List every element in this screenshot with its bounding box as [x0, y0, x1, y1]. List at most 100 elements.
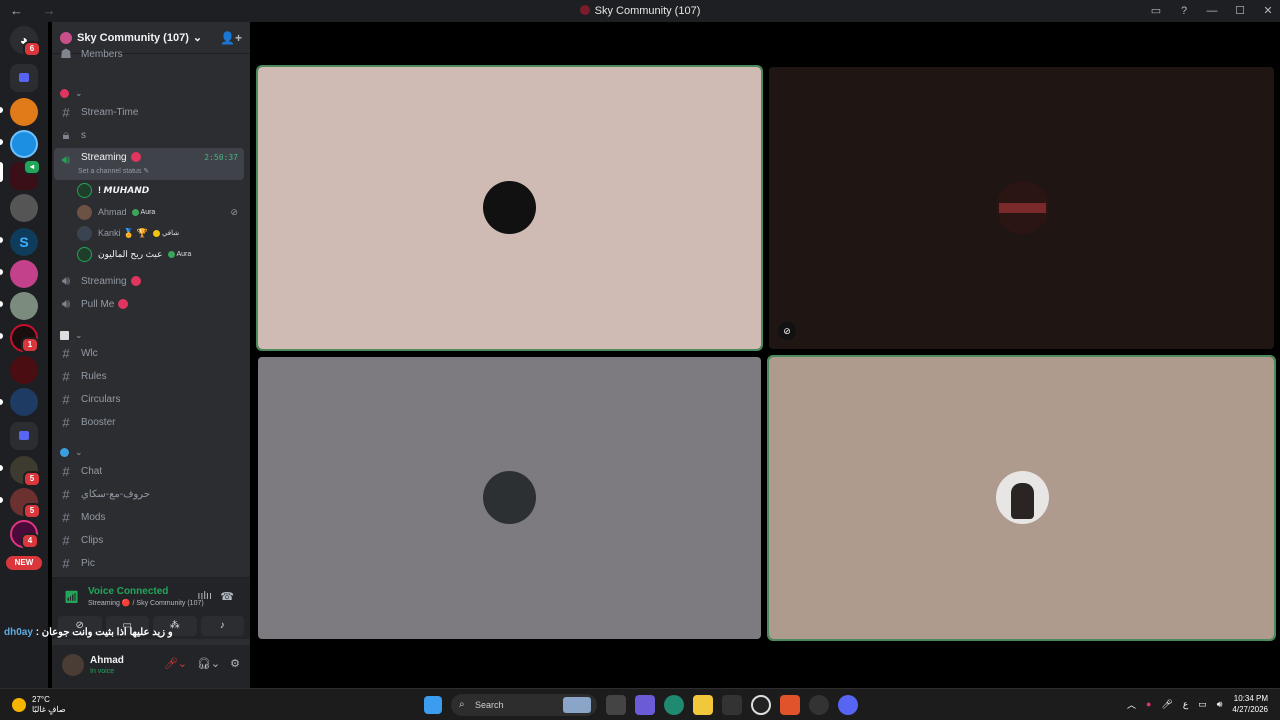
channel-stream-time[interactable]: # Stream-Time	[54, 102, 244, 122]
voice-connected-label[interactable]: Voice Connected	[88, 586, 168, 597]
video-tile[interactable]	[258, 357, 761, 639]
channel-circulars[interactable]: # Circulars	[54, 389, 244, 409]
category-icon	[60, 331, 69, 340]
new-servers-badge[interactable]: NEW	[6, 556, 42, 570]
server-icon-aw[interactable]	[10, 98, 38, 126]
microphone-icon[interactable]: 🎤︎	[1161, 699, 1172, 710]
unread-pill	[0, 399, 3, 405]
voice-user[interactable]: Kanki 🏅 🏆 شافي	[77, 223, 242, 243]
unread-pill	[0, 107, 3, 113]
discord-icon[interactable]	[838, 695, 858, 715]
unread-pill	[0, 497, 3, 503]
inbox-icon[interactable]: ▭	[1144, 0, 1168, 22]
category-header[interactable]: ⌄	[60, 447, 83, 458]
server-icon-neon[interactable]: 4	[10, 520, 39, 549]
weather-widget[interactable]: 27°C صافٍ غالبًا	[12, 695, 66, 715]
server-icon-s[interactable]: S	[10, 228, 38, 256]
server-icon-mountains[interactable]	[10, 388, 38, 416]
server-icon-person[interactable]	[10, 292, 38, 320]
channel-chat[interactable]: # Chat	[54, 461, 244, 481]
mic-muted-icon[interactable]: 🎤︎⌄	[164, 657, 187, 670]
server-icon-group[interactable]: 5	[10, 488, 41, 519]
task-view-icon[interactable]	[606, 695, 626, 715]
video-tile[interactable]	[767, 355, 1276, 641]
voice-user-name: Kanki 🏅 🏆	[98, 227, 148, 238]
set-channel-status[interactable]: Set a channel status ✎	[78, 167, 149, 175]
category-header[interactable]: ⌄	[60, 88, 83, 99]
hash-icon: #	[62, 555, 70, 571]
hash-icon: #	[62, 509, 70, 525]
obs-icon[interactable]	[809, 695, 829, 715]
language-indicator[interactable]: ع	[1183, 699, 1188, 710]
video-tile[interactable]: ⊘	[769, 67, 1274, 349]
chevron-up-icon[interactable]: ︿	[1127, 698, 1136, 711]
search-placeholder: Search	[475, 700, 504, 710]
server-folder[interactable]	[10, 64, 38, 92]
user-name[interactable]: Ahmad	[90, 655, 124, 666]
server-icon-sky-community[interactable]: ◂	[10, 159, 41, 190]
members-row[interactable]: ☗ Members	[54, 46, 244, 61]
channel-pull-me[interactable]: 🔊︎ Pull Me	[54, 294, 244, 314]
voice-user[interactable]: ! 𝙈𝙐𝙃𝘼𝙉𝘿	[77, 180, 242, 200]
channel-rules[interactable]: # Rules	[54, 366, 244, 386]
noise-suppression-icon[interactable]: ıılıı	[197, 590, 212, 602]
voice-user[interactable]: Ahmad Aura ⊘	[77, 202, 242, 222]
discord-home-button[interactable]: ◕ 6	[10, 26, 41, 57]
unread-pill	[0, 333, 3, 339]
tag-icon	[152, 229, 160, 237]
voice-indicator: ◂	[23, 159, 41, 175]
avatar[interactable]	[62, 654, 84, 676]
server-icon	[579, 5, 590, 15]
file-explorer-icon[interactable]	[693, 695, 713, 715]
server-folder[interactable]	[10, 422, 38, 450]
muted-icon: ⊘	[230, 206, 238, 217]
maximize-button[interactable]: ☐	[1228, 0, 1252, 22]
network-icon[interactable]: ▭	[1198, 699, 1207, 710]
help-icon[interactable]: ?	[1172, 0, 1196, 22]
voice-channel-link[interactable]: Streaming 🔴 / Sky Community (107)	[88, 599, 204, 607]
close-button[interactable]: ✕	[1256, 0, 1280, 22]
channel-arabic[interactable]: # حروف-مع-سكاي	[54, 484, 244, 504]
chevron-down-icon: ⌄	[192, 32, 203, 44]
clock[interactable]: 10:34 PM 4/27/2026	[1232, 693, 1268, 715]
server-icon-red-a[interactable]: 1	[10, 324, 39, 353]
channel-pic[interactable]: # Pic	[54, 553, 244, 573]
server-icon-pink[interactable]	[10, 260, 38, 288]
temperature: 27°C	[32, 695, 50, 704]
unread-pill	[0, 465, 3, 471]
server-icon-game[interactable]: 5	[10, 456, 41, 487]
edge-icon[interactable]	[664, 695, 684, 715]
gear-icon[interactable]: ⚙	[230, 657, 240, 670]
start-button[interactable]	[424, 696, 442, 714]
disconnect-icon[interactable]: ☎	[220, 590, 234, 603]
channel-mods[interactable]: # Mods	[54, 507, 244, 527]
search-box[interactable]: ⌕ Search	[451, 694, 597, 716]
signal-icon[interactable]: 📶︎	[64, 590, 79, 604]
video-tile[interactable]	[256, 65, 763, 351]
minimize-button[interactable]: —	[1200, 0, 1224, 22]
copilot-icon[interactable]	[635, 695, 655, 715]
voice-user[interactable]: عبث ريح الماليون Aura	[77, 244, 242, 264]
tag-label: Aura	[140, 208, 156, 216]
channel-clips[interactable]: # Clips	[54, 530, 244, 550]
channel-streaming-active[interactable]: 🔊︎ Streaming 2:50:37 Set a channel statu…	[54, 148, 244, 180]
store-icon[interactable]	[722, 695, 742, 715]
invite-people-icon[interactable]: 👤+	[220, 31, 242, 45]
server-icon-gamepad[interactable]	[10, 130, 38, 158]
overlay-message-text: و زيد عليها اذا بثيت وانت جوعان :	[35, 627, 173, 638]
steam-icon[interactable]	[751, 695, 771, 715]
avatar	[483, 471, 536, 524]
server-icon-dark[interactable]	[10, 194, 38, 222]
volume-icon[interactable]: 🔊︎	[1217, 699, 1223, 710]
server-icon-silhouette[interactable]	[10, 356, 38, 384]
lock-icon: 🔒︎	[62, 127, 70, 142]
channel-label: Booster	[81, 416, 116, 428]
channel-wlc[interactable]: # Wlc	[54, 343, 244, 363]
category-header[interactable]: ⌄	[60, 330, 83, 341]
brave-icon[interactable]	[780, 695, 800, 715]
headphones-icon[interactable]: 🎧︎⌄	[197, 657, 220, 670]
channel-s[interactable]: 🔒︎ s	[54, 125, 244, 145]
channel-streaming[interactable]: 🔊︎ Streaming	[54, 271, 244, 291]
tray-app-icon[interactable]: ●	[1146, 699, 1151, 709]
channel-booster[interactable]: # Booster	[54, 412, 244, 432]
